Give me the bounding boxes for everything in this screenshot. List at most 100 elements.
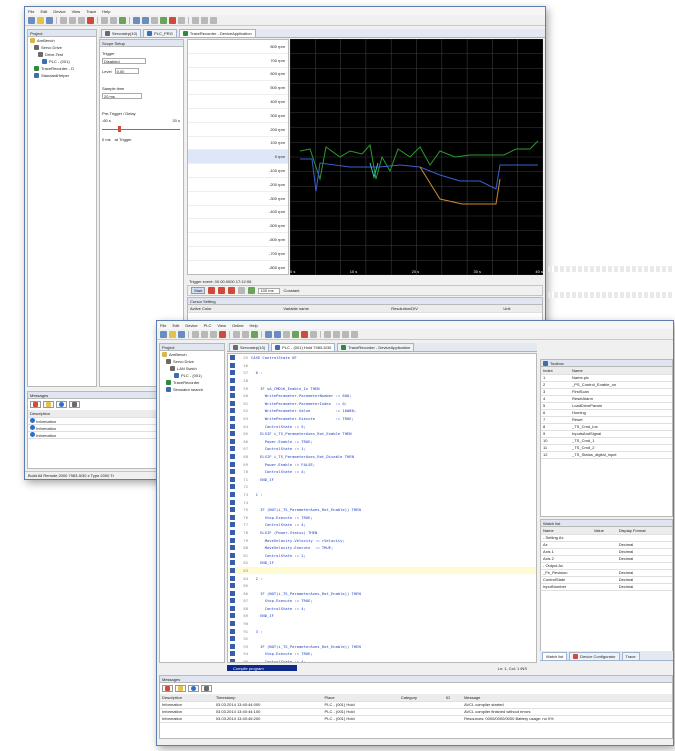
tree-item-bench[interactable]: ArnBench	[160, 351, 224, 358]
breakpoint-marker-icon[interactable]	[230, 552, 235, 558]
monitor-icon[interactable]	[151, 16, 158, 24]
breakpoint-marker-icon[interactable]	[230, 446, 235, 452]
cut-icon[interactable]	[60, 16, 67, 24]
error-filter[interactable]	[162, 685, 173, 692]
breakpoint-marker-icon[interactable]	[230, 469, 235, 475]
open-icon[interactable]	[37, 16, 44, 24]
code-line[interactable]: 75 IF (NOT(i_TS_ParameterAxes_Rot_Enable…	[228, 506, 536, 514]
run-icon[interactable]	[292, 330, 299, 338]
table-row[interactable]: 10 _TS_Cmd_1	[541, 437, 672, 445]
code-line[interactable]: 68 ELSIF i_TS_ParameterAxes_Rot_Disable …	[228, 453, 536, 461]
breakpoint-marker-icon[interactable]	[230, 378, 235, 384]
table-row[interactable]: 4 ResetAlarm	[541, 395, 672, 403]
stop-icon[interactable]	[301, 330, 308, 338]
code-line[interactable]: 76 Stop.Execute := TRUE;	[228, 513, 536, 521]
breakpoint-marker-icon[interactable]	[230, 431, 235, 437]
run-icon[interactable]	[160, 16, 167, 24]
warning-filter[interactable]	[43, 401, 54, 408]
find-icon[interactable]	[233, 330, 240, 338]
code-line[interactable]: 65 ELSIF i_TS_ParameterAxes_Rot_Enable T…	[228, 430, 536, 438]
code-line[interactable]: 93 IF (NOT(i_TS_ParameterAxes_Rot_Enable…	[228, 643, 536, 651]
tab-trace[interactable]: Trace	[621, 652, 640, 660]
tree-item-simulator[interactable]: Simulator search	[160, 386, 224, 393]
tree-item-servo[interactable]: Servo Drive	[28, 44, 96, 51]
step-over-icon[interactable]	[333, 330, 340, 338]
table-row[interactable]: 7 Reset	[541, 416, 672, 424]
download-icon[interactable]	[142, 16, 149, 24]
monitor-icon[interactable]	[283, 330, 290, 338]
tree-item-lan[interactable]: LAN Swtch	[160, 365, 224, 372]
menu-file[interactable]: File	[28, 9, 34, 14]
code-line[interactable]: 85	[228, 582, 536, 590]
breakpoint-marker-icon[interactable]	[230, 370, 235, 376]
table-row[interactable]: Axis 2 Decimal	[541, 555, 672, 563]
download-icon[interactable]	[274, 330, 281, 338]
copy-icon[interactable]	[69, 16, 76, 24]
menu-help[interactable]: Help	[250, 323, 258, 328]
menu-edit[interactable]: Edit	[172, 323, 179, 328]
record-icon[interactable]	[208, 287, 216, 294]
menu-edit[interactable]: Edit	[40, 9, 47, 14]
breakpoint-marker-icon[interactable]	[230, 590, 235, 596]
breakpoint-marker-icon[interactable]	[230, 560, 235, 566]
copy-icon[interactable]	[201, 330, 208, 338]
tab-device-config[interactable]: Device Configurator	[569, 652, 620, 660]
tab-trace-recorder[interactable]: TraceRecorder - DeviceApplication	[178, 29, 256, 37]
breakpoint-marker-icon[interactable]	[230, 454, 235, 460]
breakpoint-marker-icon[interactable]	[230, 575, 235, 581]
table-row[interactable]: - Setting Ax	[541, 534, 672, 542]
cut-icon[interactable]	[192, 330, 199, 338]
paste-icon[interactable]	[78, 16, 85, 24]
cursor-icon[interactable]	[248, 287, 256, 294]
breakpoint-marker-icon[interactable]	[230, 438, 235, 444]
code-line[interactable]: 82 END_IF	[228, 559, 536, 567]
menu-device[interactable]: Device	[185, 323, 197, 328]
table-row[interactable]: _Fb_Revision Decimal	[541, 569, 672, 577]
breakpoint-marker-icon[interactable]	[230, 621, 235, 627]
online-icon[interactable]	[265, 330, 272, 338]
code-line[interactable]: 55 CASE ControlState OF	[228, 354, 536, 362]
delete-icon[interactable]	[219, 330, 226, 338]
clear-filter[interactable]	[201, 685, 212, 692]
code-line[interactable]: 70 ControlState := 4;	[228, 468, 536, 476]
tab-watch-list[interactable]: Watch list	[542, 652, 568, 660]
table-row[interactable]: 6 Homing	[541, 409, 672, 417]
breakpoint-marker-icon[interactable]	[230, 583, 235, 589]
step-icon[interactable]	[178, 16, 185, 24]
breakpoint-marker-icon[interactable]	[230, 408, 235, 414]
menu-trace[interactable]: Trace	[86, 9, 96, 14]
slider-thumb[interactable]	[118, 126, 121, 132]
breakpoint-marker-icon[interactable]	[230, 385, 235, 391]
tree-item-plc[interactable]: PLC - (001)	[28, 58, 96, 65]
timebase-select[interactable]: 100 ms	[258, 287, 281, 294]
step-into-icon[interactable]	[342, 330, 349, 338]
table-row[interactable]: 5 LoadDriveParam	[541, 402, 672, 410]
info-filter[interactable]	[56, 401, 67, 408]
menu-view[interactable]: View	[72, 9, 81, 14]
code-line[interactable]: 71 END_IF	[228, 476, 536, 484]
breakpoint-marker-icon[interactable]	[230, 491, 235, 497]
code-line[interactable]: 61 WriteParameter.ParameterIndex := 0;	[228, 400, 536, 408]
breakpoint-marker-icon[interactable]	[230, 355, 235, 361]
breakpoint-marker-icon[interactable]	[230, 659, 235, 662]
start-button[interactable]: Start	[191, 287, 206, 294]
tab-plc-hold[interactable]: PLC - (001) Hold 7983-5/30	[271, 343, 336, 351]
delete-icon[interactable]	[87, 16, 94, 24]
breakpoint-marker-icon[interactable]	[230, 461, 235, 467]
breakpoint-marker-icon[interactable]	[230, 651, 235, 657]
replace-icon[interactable]	[110, 16, 117, 24]
breakpoint-icon[interactable]	[324, 330, 331, 338]
breakpoint-marker-icon[interactable]	[230, 605, 235, 611]
breakpoint-marker-icon[interactable]	[230, 613, 235, 619]
code-line[interactable]: 69 Power.Enable := FALSE;	[228, 460, 536, 468]
breakpoint-marker-icon[interactable]	[230, 423, 235, 429]
code-line[interactable]: 92	[228, 635, 536, 643]
menu-help[interactable]: Help	[102, 9, 110, 14]
menu-file[interactable]: File	[160, 323, 166, 328]
step-over-icon[interactable]	[201, 16, 208, 24]
menu-device[interactable]: Device	[53, 9, 65, 14]
step-out-icon[interactable]	[351, 330, 358, 338]
code-line[interactable]: 81 ControlState := 2;	[228, 551, 536, 559]
table-row[interactable]: Information03.03.2014 13:40:44:100PLC - …	[160, 708, 672, 716]
pretrigger-slider[interactable]	[102, 125, 180, 133]
